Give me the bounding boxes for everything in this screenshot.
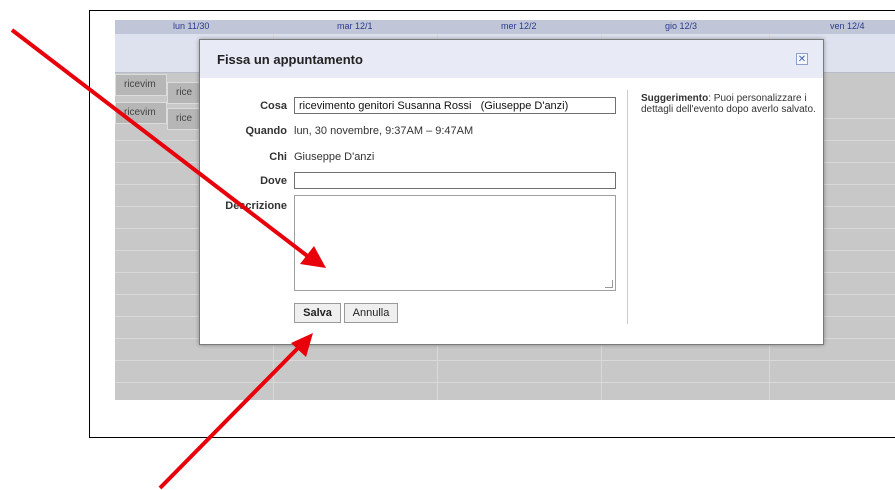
day-header-tue[interactable]: mar 12/1 <box>337 21 373 31</box>
calendar-event[interactable]: ricevim <box>115 102 167 124</box>
dialog-divider <box>627 90 628 324</box>
quando-value: lun, 30 novembre, 9:37AM – 9:47AM <box>294 125 474 137</box>
descrizione-label: Descrizione <box>225 200 287 212</box>
appointment-dialog: Fissa un appuntamento ✕ Cosa Quando lun,… <box>199 39 824 345</box>
calendar-event[interactable]: ricevim <box>115 74 167 96</box>
day-header-thu[interactable]: gio 12/3 <box>665 21 697 31</box>
day-header-fri[interactable]: ven 12/4 <box>830 21 865 31</box>
day-header-wed[interactable]: mer 12/2 <box>501 21 537 31</box>
descrizione-textarea[interactable] <box>294 195 616 291</box>
hint-bold: Suggerimento <box>641 93 709 104</box>
quando-label: Quando <box>245 125 287 137</box>
hint-text: Suggerimento: Puoi personalizzare i dett… <box>641 93 816 115</box>
dialog-title-bar: Fissa un appuntamento ✕ <box>200 40 823 78</box>
resize-handle-icon[interactable] <box>605 280 613 288</box>
dove-label: Dove <box>260 175 287 187</box>
chi-label: Chi <box>269 151 287 163</box>
cancel-button[interactable]: Annulla <box>344 303 398 323</box>
dove-input[interactable] <box>294 172 616 189</box>
day-header-mon[interactable]: lun 11/30 <box>173 21 209 31</box>
cosa-label: Cosa <box>260 100 287 112</box>
close-icon[interactable]: ✕ <box>796 53 808 65</box>
calendar-day-header: lun 11/30 mar 12/1 mer 12/2 gio 12/3 ven… <box>115 20 895 34</box>
dialog-title: Fissa un appuntamento <box>217 52 363 67</box>
save-button[interactable]: Salva <box>294 303 341 323</box>
chi-value: Giuseppe D'anzi <box>294 151 375 163</box>
cosa-input[interactable] <box>294 97 616 114</box>
